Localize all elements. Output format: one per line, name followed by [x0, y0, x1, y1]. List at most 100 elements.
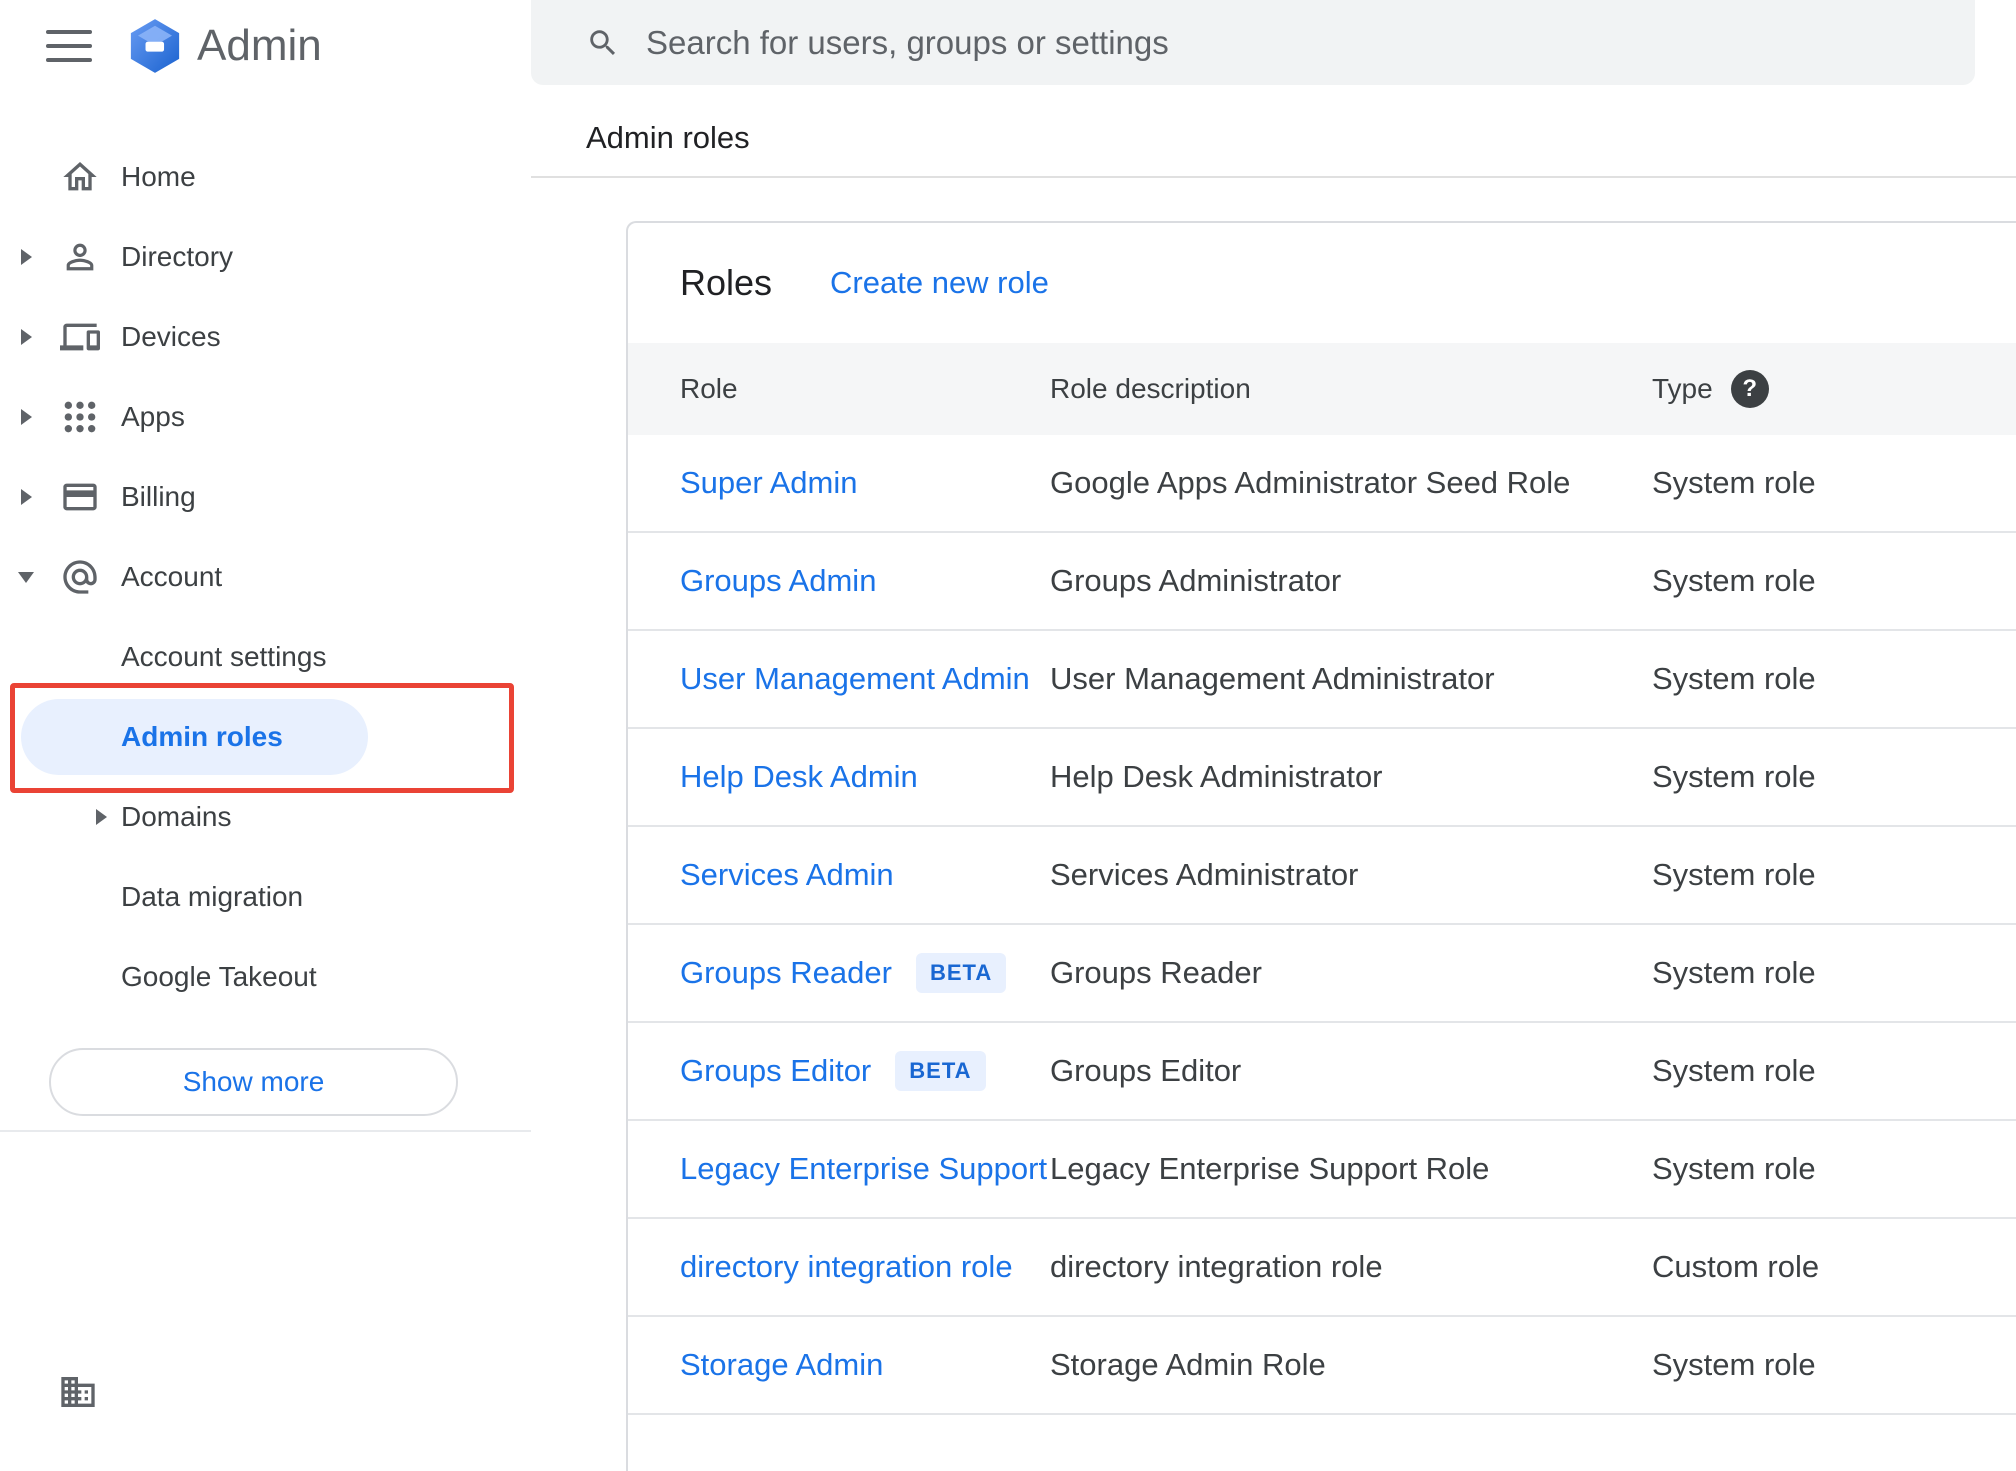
- role-link[interactable]: User Management Admin: [680, 661, 1030, 697]
- sidebar-item-label: Apps: [121, 401, 185, 432]
- sidebar-item-label: Devices: [121, 321, 221, 352]
- table-row: Storage Admin Storage Admin Role System …: [628, 1317, 2016, 1415]
- role-link[interactable]: Groups Admin: [680, 563, 876, 599]
- account-icon: [60, 557, 100, 597]
- role-type: System role: [1652, 759, 1816, 794]
- sidebar-divider: [0, 1130, 531, 1132]
- role-description: Groups Administrator: [1050, 563, 1342, 598]
- billing-icon: [60, 477, 100, 517]
- beta-badge: BETA: [915, 953, 1007, 993]
- role-type: System role: [1652, 1151, 1816, 1186]
- sidebar-item-admin-roles[interactable]: Admin roles: [0, 697, 531, 777]
- table-row: Help Desk Admin Help Desk Administrator …: [628, 729, 2016, 827]
- role-link[interactable]: Legacy Enterprise Support: [680, 1151, 1047, 1187]
- sidebar-item-label: Data migration: [121, 881, 304, 912]
- role-link[interactable]: Services Admin: [680, 857, 894, 893]
- sidebar-item-data-migration[interactable]: Data migration: [0, 857, 531, 937]
- roles-card-header: Roles Create new role: [628, 223, 2016, 343]
- sidebar-item-google-takeout[interactable]: Google Takeout: [0, 937, 531, 1017]
- role-link[interactable]: Storage Admin: [680, 1347, 883, 1383]
- sidebar-item-billing[interactable]: Billing: [0, 457, 531, 537]
- column-type-label: Type: [1652, 373, 1713, 404]
- role-type: System role: [1652, 563, 1816, 598]
- role-link[interactable]: Groups Editor: [680, 1053, 871, 1089]
- sidebar-item-account[interactable]: Account: [0, 537, 531, 617]
- role-type: System role: [1652, 465, 1816, 500]
- column-role: Role: [680, 373, 738, 404]
- directory-icon: [60, 237, 100, 277]
- roles-title: Roles: [680, 262, 773, 303]
- show-more-button[interactable]: Show more: [49, 1048, 458, 1116]
- role-description: directory integration role: [1050, 1249, 1383, 1284]
- sidebar-item-label: Billing: [121, 481, 196, 512]
- chevron-right-icon: [20, 489, 32, 505]
- main-content: Admin roles Roles Create new role Role R…: [531, 0, 2016, 1471]
- search-bar: [531, 0, 1975, 85]
- role-description: Storage Admin Role: [1050, 1347, 1326, 1382]
- chevron-right-icon: [20, 409, 32, 425]
- sidebar-header: Admin: [0, 0, 531, 92]
- table-row: Groups Reader BETA Groups Reader System …: [628, 925, 2016, 1023]
- role-type: System role: [1652, 955, 1816, 990]
- beta-badge: BETA: [895, 1051, 986, 1091]
- chevron-down-icon: [18, 571, 34, 583]
- role-description: Help Desk Administrator: [1050, 759, 1383, 794]
- role-type: System role: [1652, 1347, 1816, 1382]
- role-link[interactable]: Groups Reader: [680, 955, 892, 991]
- table-row: User Management Admin User Management Ad…: [628, 631, 2016, 729]
- table-row: Groups Admin Groups Administrator System…: [628, 533, 2016, 631]
- sidebar-item-account-settings[interactable]: Account settings: [0, 617, 531, 697]
- table-row: Super Admin Google Apps Administrator Se…: [628, 435, 2016, 533]
- sidebar-item-label: Account settings: [121, 641, 327, 672]
- role-type: System role: [1652, 661, 1816, 696]
- table-header: Role Role description Type ?: [628, 343, 2016, 435]
- sidebar-item-label: Admin roles: [121, 721, 283, 752]
- role-type: System role: [1652, 857, 1816, 892]
- role-link[interactable]: Super Admin: [680, 465, 858, 501]
- home-icon: [60, 157, 100, 197]
- content-divider: [531, 176, 2016, 178]
- sidebar-item-label: Directory: [121, 241, 234, 272]
- column-role-description: Role description: [1050, 373, 1251, 404]
- help-icon[interactable]: ?: [1730, 370, 1769, 408]
- sidebar-item-directory[interactable]: Directory: [0, 217, 531, 297]
- menu-icon[interactable]: [46, 30, 92, 62]
- sidebar-item-label: Home: [121, 161, 196, 192]
- admin-logo-icon: [129, 18, 181, 74]
- role-description: Groups Reader: [1050, 955, 1262, 990]
- apps-icon: [60, 397, 100, 437]
- role-link[interactable]: Help Desk Admin: [680, 759, 918, 795]
- sidebar-item-domains[interactable]: Domains: [0, 777, 531, 857]
- role-description: Groups Editor: [1050, 1053, 1242, 1088]
- domain-icon: [58, 1372, 98, 1412]
- role-link[interactable]: directory integration role: [680, 1249, 1013, 1285]
- table-row: Legacy Enterprise Support Legacy Enterpr…: [628, 1121, 2016, 1219]
- table-row: Services Admin Services Administrator Sy…: [628, 827, 2016, 925]
- breadcrumb: Admin roles: [586, 120, 750, 155]
- devices-icon: [60, 317, 100, 357]
- roles-card: Roles Create new role Role Role descript…: [626, 221, 2016, 1471]
- table-row: directory integration role directory int…: [628, 1219, 2016, 1317]
- create-new-role-link[interactable]: Create new role: [830, 265, 1049, 301]
- role-type: Custom role: [1652, 1249, 1820, 1284]
- app-title: Admin: [197, 21, 322, 70]
- column-type: Type ?: [1652, 370, 2016, 408]
- table-row: Groups Editor BETA Groups Editor System …: [628, 1023, 2016, 1121]
- sidebar-item-label: Domains: [121, 801, 232, 832]
- sidebar: Admin Home Directory Devices Apps Billin…: [0, 0, 531, 1407]
- sidebar-item-apps[interactable]: Apps: [0, 377, 531, 457]
- role-description: Google Apps Administrator Seed Role: [1050, 465, 1571, 500]
- sidebar-item-home[interactable]: Home: [0, 137, 531, 217]
- search-input[interactable]: [646, 23, 1945, 62]
- sidebar-item-label: Account: [121, 561, 223, 592]
- role-description: User Management Administrator: [1050, 661, 1495, 696]
- sidebar-item-label: Google Takeout: [121, 961, 317, 992]
- chevron-right-icon: [20, 329, 32, 345]
- sidebar-item-devices[interactable]: Devices: [0, 297, 531, 377]
- search-icon: [586, 26, 620, 60]
- role-description: Services Administrator: [1050, 857, 1359, 892]
- chevron-right-icon: [20, 249, 32, 265]
- role-description: Legacy Enterprise Support Role: [1050, 1151, 1490, 1186]
- role-type: System role: [1652, 1053, 1816, 1088]
- sidebar-nav: Home Directory Devices Apps Billing Acco…: [0, 137, 531, 1017]
